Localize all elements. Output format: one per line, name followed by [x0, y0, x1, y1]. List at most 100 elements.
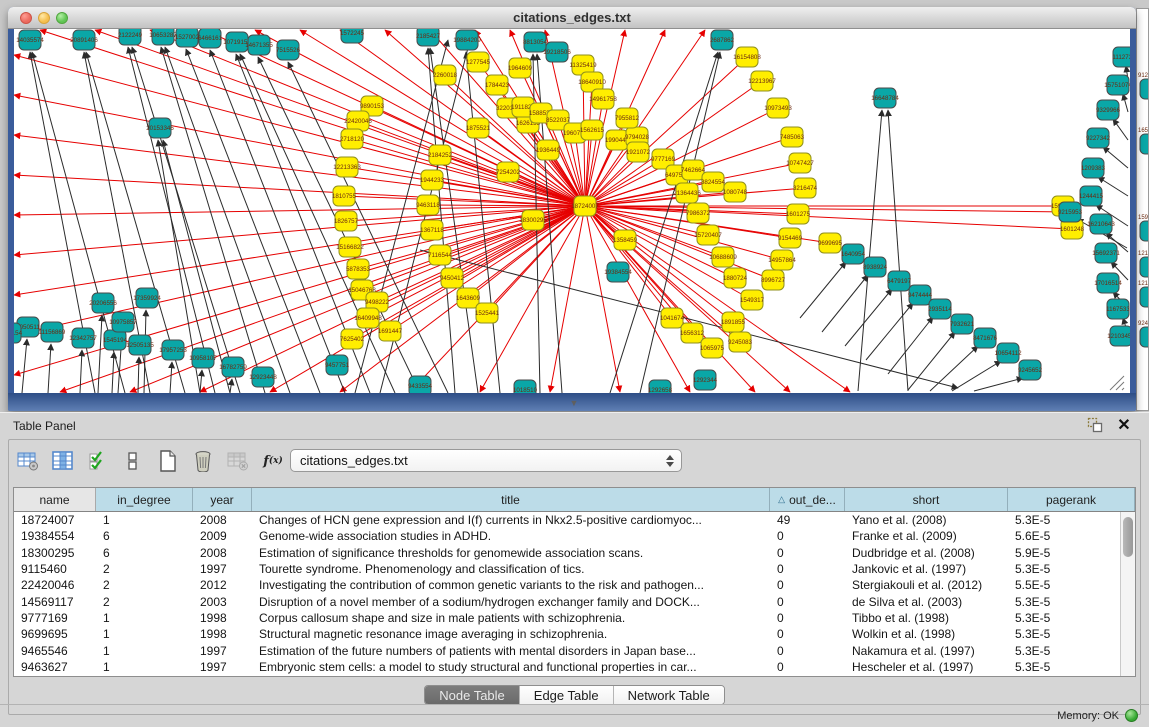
- column-header-short[interactable]: short: [845, 488, 1008, 511]
- column-header-in-degree[interactable]: in_degree: [96, 488, 193, 511]
- table-vertical-scrollbar[interactable]: [1120, 512, 1135, 676]
- tab-network-table[interactable]: Network Table: [614, 686, 724, 704]
- splitter-handle[interactable]: ▼: [566, 396, 582, 410]
- combo-stepper-icon: [663, 455, 681, 467]
- node-table: name in_degree year title △out_de... sho…: [13, 487, 1136, 677]
- table-row[interactable]: 977716911998Corpus callosum shape and si…: [14, 610, 1120, 626]
- graph-node-label: 14035574: [16, 37, 44, 44]
- selected-citation-edge[interactable]: [585, 206, 690, 392]
- clear-selection-button[interactable]: [120, 448, 146, 474]
- graph-node-label: 17359924: [133, 295, 161, 302]
- table-cell-title: Investigating the contribution of common…: [252, 578, 770, 592]
- select-all-checks-button[interactable]: [85, 448, 111, 474]
- table-cell-year: 1997: [193, 660, 252, 674]
- float-panel-icon[interactable]: [1087, 417, 1105, 435]
- table-cell-name: 14569117: [14, 595, 96, 609]
- background-graph-node-label: 1210345: [1138, 281, 1149, 287]
- column-header-out-degree[interactable]: △out_de...: [770, 488, 845, 511]
- citation-edge[interactable]: [80, 350, 82, 393]
- graph-node-label: 1656312: [680, 330, 705, 337]
- table-row[interactable]: 969969511998Structural magnetic resonanc…: [14, 626, 1120, 642]
- table-row[interactable]: 1456911722003Disruption of a novel membe…: [14, 593, 1120, 609]
- table-cell-title: Estimation of the future numbers of pati…: [252, 644, 770, 658]
- table-combo[interactable]: citations_edges.txt: [290, 449, 682, 472]
- graph-node-label: 16782759: [219, 364, 247, 371]
- table-row[interactable]: 1872400712008Changes of HCN gene express…: [14, 512, 1120, 528]
- citation-edge[interactable]: [98, 315, 102, 393]
- citation-edge[interactable]: [170, 362, 172, 393]
- selected-citation-edge[interactable]: [344, 196, 585, 206]
- table-row[interactable]: 1830029562008Estimation of significance …: [14, 545, 1120, 561]
- citation-edge[interactable]: [930, 346, 978, 391]
- tab-node-table[interactable]: Node Table: [425, 686, 520, 704]
- citation-edge[interactable]: [22, 339, 27, 393]
- column-header-year[interactable]: year: [193, 488, 252, 511]
- status-bar: Memory: OK: [0, 704, 1149, 727]
- network-view-canvas[interactable]: 1872400798901532242004627181201221336318…: [14, 29, 1130, 393]
- close-panel-icon[interactable]: ✕: [1115, 415, 1133, 435]
- view-resize-grip[interactable]: [1110, 376, 1124, 390]
- graph-node-label: 17957253: [159, 347, 187, 354]
- memory-status-indicator[interactable]: [1125, 709, 1138, 722]
- citation-edge[interactable]: [230, 379, 232, 393]
- delete-column-button[interactable]: [190, 448, 216, 474]
- table-cell-out_degree: 0: [770, 611, 845, 625]
- citation-edge[interactable]: [200, 370, 202, 393]
- citation-edge[interactable]: [210, 50, 345, 393]
- table-row[interactable]: 946362711997Embryonic stem cells: a mode…: [14, 659, 1120, 675]
- graph-node-label: 16210643: [1087, 221, 1115, 228]
- column-visibility-button[interactable]: [50, 448, 76, 474]
- function-builder-button[interactable]: f(x): [260, 448, 286, 474]
- table-cell-short: Yano et al. (2008): [845, 513, 1008, 527]
- graph-node-label: 1826757: [334, 218, 359, 225]
- graph-node-label: 9433554: [408, 383, 433, 390]
- table-cell-in_degree: 1: [96, 611, 193, 625]
- table-cell-name: 22420046: [14, 578, 96, 592]
- graph-node-label: 9329966: [1096, 107, 1121, 114]
- graph-node-label: 2935114: [928, 306, 952, 313]
- graph-node-label: 20206556: [89, 300, 117, 307]
- table-cell-name: 19384554: [14, 529, 96, 543]
- scrollbar-thumb[interactable]: [1123, 517, 1133, 557]
- graph-node-label: 7254202: [496, 169, 521, 176]
- table-cell-name: 9465546: [14, 644, 96, 658]
- table-row[interactable]: 1938455462009Genome-wide association stu…: [14, 528, 1120, 544]
- graph-node-label: 1572245: [340, 30, 365, 37]
- graph-node-label: 1549317: [740, 297, 765, 304]
- table-cell-pagerank: 5.3E-5: [1008, 595, 1120, 609]
- table-cell-short: de Silva et al. (2003): [845, 595, 1008, 609]
- graph-node-label: 18640910: [578, 79, 606, 86]
- memory-status-label: Memory: OK: [1057, 710, 1119, 722]
- tab-edge-table[interactable]: Edge Table: [520, 686, 614, 704]
- table-row[interactable]: 946554611997Estimation of the future num…: [14, 642, 1120, 658]
- graph-node-label: 1921072: [626, 149, 651, 156]
- table-cell-in_degree: 1: [96, 513, 193, 527]
- citation-edge[interactable]: [1113, 119, 1128, 140]
- citation-edge[interactable]: [974, 378, 1023, 391]
- network-window-titlebar[interactable]: citations_edges.txt: [8, 7, 1136, 29]
- citation-edge[interactable]: [952, 361, 1001, 391]
- table-cell-pagerank: 5.9E-5: [1008, 546, 1120, 560]
- column-header-pagerank[interactable]: pagerank: [1008, 488, 1135, 511]
- delete-table-button-disabled[interactable]: [225, 448, 251, 474]
- citation-edge[interactable]: [800, 262, 846, 318]
- graph-node-label: 9245083: [728, 339, 753, 346]
- table-cell-year: 2012: [193, 578, 252, 592]
- table-row[interactable]: 2242004622012Investigating the contribut…: [14, 577, 1120, 593]
- graph-node-label: 1525441: [475, 310, 500, 317]
- table-settings-button[interactable]: [15, 448, 41, 474]
- citation-edge[interactable]: [138, 357, 139, 393]
- create-column-button[interactable]: [155, 448, 181, 474]
- citation-edge[interactable]: [48, 344, 51, 393]
- citation-edge[interactable]: [888, 110, 908, 391]
- column-header-title[interactable]: title: [252, 488, 770, 511]
- column-header-name[interactable]: name: [14, 488, 96, 511]
- citation-edge[interactable]: [1103, 147, 1128, 168]
- table-cell-title: Corpus callosum shape and size in male p…: [252, 611, 770, 625]
- graph-node-label: 2184252: [428, 152, 453, 159]
- citation-edge[interactable]: [1123, 94, 1128, 112]
- graph-node-label: 1640954: [841, 251, 866, 258]
- citation-network-graph[interactable]: 1872400798901532242004627181201221336318…: [14, 29, 1130, 393]
- selected-citation-edge[interactable]: [14, 206, 585, 375]
- table-row[interactable]: 911546021997Tourette syndrome. Phenomeno…: [14, 561, 1120, 577]
